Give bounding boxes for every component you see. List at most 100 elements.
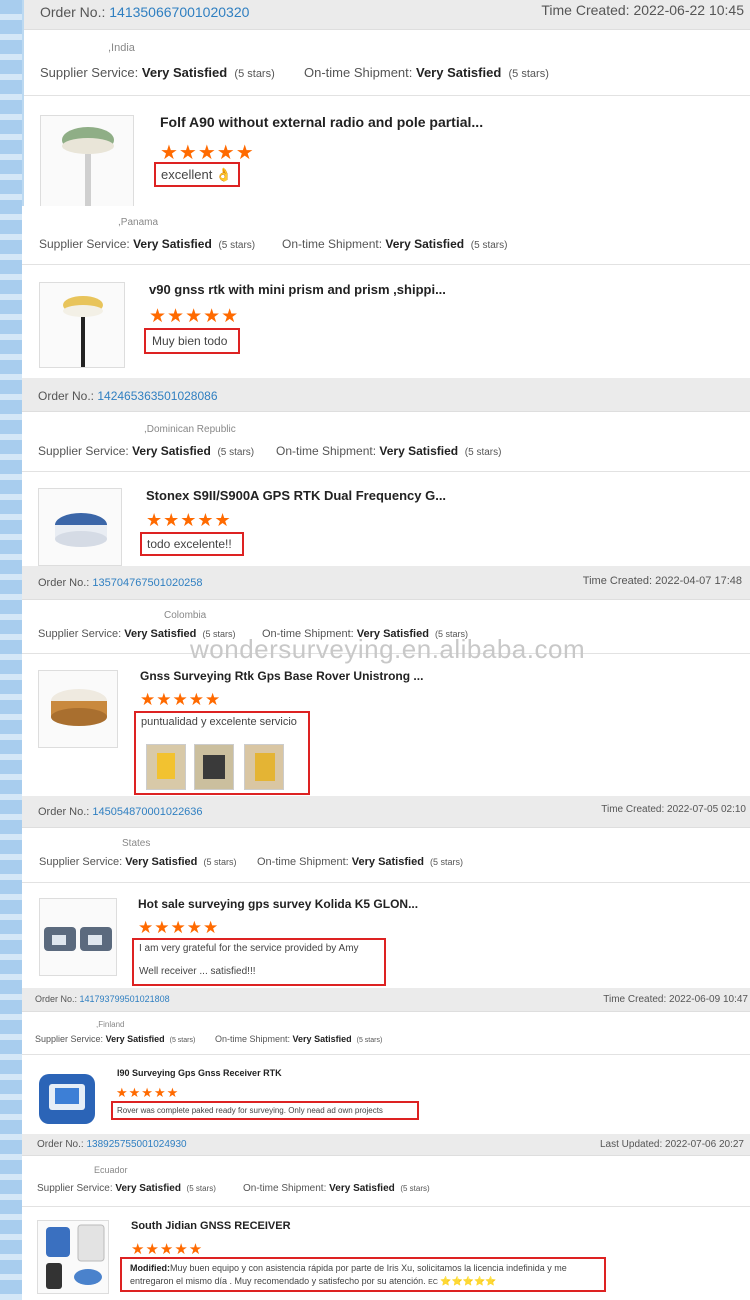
supplier-stars: (5 stars): [203, 857, 237, 867]
product-title[interactable]: Gnss Surveying Rtk Gps Base Rover Unistr…: [140, 669, 440, 683]
product-title[interactable]: South Jidian GNSS RECEIVER: [131, 1220, 431, 1232]
review-card-5: Order No.: 145054870001022636 Time Creat…: [22, 796, 750, 988]
shipment-value: Very Satisfied: [292, 1034, 352, 1044]
time-label: Time Created:: [603, 994, 667, 1005]
time-value: 2022-07-05 02:10: [667, 804, 746, 815]
order-number-link[interactable]: 135704767501020258: [92, 577, 202, 589]
review-comment: todo excelente!!: [140, 532, 244, 556]
watermark: wondersurveying.en.alibaba.com: [190, 634, 586, 664]
time-created: Time Created: 2022-04-07 17:48: [583, 575, 742, 587]
product-title[interactable]: Folf A90 without external radio and pole…: [160, 114, 490, 130]
product-thumbnail[interactable]: [38, 670, 118, 748]
supplier-label: Supplier Service:: [39, 237, 130, 251]
supplier-stars: (5 stars): [234, 68, 275, 80]
shipment-service: On-time Shipment: Very Satisfied (5 star…: [276, 444, 501, 458]
shipment-label: On-time Shipment:: [304, 65, 413, 80]
product-thumbnail[interactable]: [35, 1068, 99, 1130]
product-thumbnail[interactable]: [38, 488, 122, 566]
shipment-service: On-time Shipment: Very Satisfied (5 star…: [257, 856, 463, 868]
order-header: Order No.: 145054870001022636 Time Creat…: [22, 796, 750, 828]
supplier-label: Supplier Service:: [38, 628, 122, 640]
supplier-stars: (5 stars): [217, 447, 255, 458]
rating-stars: ★★★★★: [138, 918, 220, 937]
supplier-service: Supplier Service: Very Satisfied (5 star…: [39, 237, 255, 251]
product-thumbnail[interactable]: [39, 898, 117, 976]
supplier-value: Very Satisfied: [105, 1034, 165, 1044]
divider: [24, 95, 750, 96]
review-comment-text: puntualidad y excelente servicio: [141, 716, 297, 728]
emoji-stars: ⭐⭐⭐⭐⭐: [440, 1276, 497, 1286]
review-photo-2[interactable]: [194, 744, 234, 790]
time-created: Time Created: 2022-06-22 10:45: [541, 2, 744, 18]
order-header: Order No.: 142465363501028086: [22, 378, 750, 412]
review-comment-text: Muy buen equipo y con asistencia rápida …: [130, 1263, 567, 1286]
review-card-3: Order No.: 142465363501028086 ,Dominican…: [22, 378, 750, 566]
time-value: 2022-06-09 10:47: [669, 994, 748, 1005]
shipment-stars: (5 stars): [470, 240, 508, 251]
gnss-receiver-kit-image: [46, 1224, 105, 1289]
review-photo-1[interactable]: [146, 744, 186, 790]
order-label: Order No.:: [40, 4, 106, 20]
order-label: Order No.:: [37, 1139, 84, 1150]
product-thumbnail[interactable]: [37, 1220, 109, 1294]
product-title[interactable]: I90 Surveying Gps Gnss Receiver RTK: [117, 1068, 417, 1078]
shipment-service: On-time Shipment: Very Satisfied (5 star…: [304, 65, 549, 80]
time-value: 2022-07-06 20:27: [665, 1139, 744, 1150]
order-header: Order No.: 135704767501020258 Time Creat…: [22, 566, 750, 600]
order-number-link[interactable]: 138925755001024930: [86, 1139, 186, 1150]
gnss-receiver-image: [44, 927, 112, 951]
divider: [22, 264, 750, 265]
shipment-service: On-time Shipment: Very Satisfied (5 star…: [282, 237, 507, 251]
review-card-1: Order No.: 141350667001020320 Time Creat…: [24, 0, 750, 206]
time-created: Time Created: 2022-06-09 10:47: [603, 994, 748, 1005]
order-number-link[interactable]: 142465363501028086: [97, 389, 217, 403]
review-comment-line-2: Well receiver ... satisfied!!!: [139, 966, 256, 977]
review-comment: Muy bien todo: [144, 328, 240, 354]
review-comment: Modified:Muy buen equipo y con asistenci…: [120, 1257, 606, 1292]
shipment-label: On-time Shipment:: [243, 1183, 327, 1194]
product-title[interactable]: Hot sale surveying gps survey Kolida K5 …: [138, 897, 438, 911]
order-label: Order No.:: [38, 577, 90, 589]
rating-stars: ★★★★★: [140, 690, 222, 709]
review-photo-3[interactable]: [244, 744, 284, 790]
shipment-value: Very Satisfied: [379, 444, 459, 458]
supplier-value: Very Satisfied: [141, 65, 228, 80]
shipment-value: Very Satisfied: [385, 237, 465, 251]
order-number-link[interactable]: 141793799501021808: [80, 994, 170, 1004]
buyer-country: States: [122, 838, 151, 849]
supplier-label: Supplier Service:: [35, 1034, 104, 1044]
divider: [22, 1206, 750, 1207]
supplier-service: Supplier Service: Very Satisfied (5 star…: [40, 65, 275, 80]
supplier-stars: (5 stars): [186, 1184, 216, 1193]
product-thumbnail[interactable]: [39, 282, 125, 368]
order-label: Order No.:: [38, 806, 90, 818]
divider: [22, 882, 750, 883]
supplier-value: Very Satisfied: [132, 444, 211, 458]
product-thumbnail[interactable]: [40, 115, 134, 206]
order-label: Order No.:: [35, 994, 78, 1004]
time-label: Time Created:: [541, 2, 630, 18]
order-header: Order No.: 141350667001020320 Time Creat…: [24, 0, 750, 30]
order-number-link[interactable]: 141350667001020320: [109, 4, 249, 20]
order-number: Order No.: 141350667001020320: [40, 4, 249, 20]
shipment-stars: (5 stars): [356, 1037, 383, 1044]
buyer-country: ,Dominican Republic: [144, 424, 236, 435]
last-updated: Last Updated: 2022-07-06 20:27: [600, 1139, 744, 1150]
product-title[interactable]: Stonex S9II/S900A GPS RTK Dual Frequency…: [146, 488, 446, 503]
order-number: Order No.: 135704767501020258: [38, 577, 203, 589]
shipment-stars: (5 stars): [430, 857, 464, 867]
shipment-stars: (5 stars): [508, 68, 549, 80]
review-card-7: Order No.: 138925755001024930 Last Updat…: [22, 1134, 750, 1300]
order-number: Order No.: 145054870001022636: [38, 806, 203, 818]
rating-stars: ★★★★★: [131, 1241, 204, 1258]
gnss-receiver-image: [39, 1074, 95, 1124]
shipment-label: On-time Shipment:: [282, 237, 383, 251]
gnss-receiver-image: [55, 513, 107, 547]
product-title[interactable]: v90 gnss rtk with mini prism and prism ,…: [149, 282, 449, 297]
rating-stars: ★★★★★: [146, 510, 232, 530]
order-number: Order No.: 138925755001024930: [37, 1139, 187, 1150]
gnss-receiver-image: [51, 689, 107, 726]
time-value: 2022-04-07 17:48: [655, 575, 742, 587]
order-number-link[interactable]: 145054870001022636: [92, 806, 202, 818]
time-created: Time Created: 2022-07-05 02:10: [601, 804, 746, 815]
